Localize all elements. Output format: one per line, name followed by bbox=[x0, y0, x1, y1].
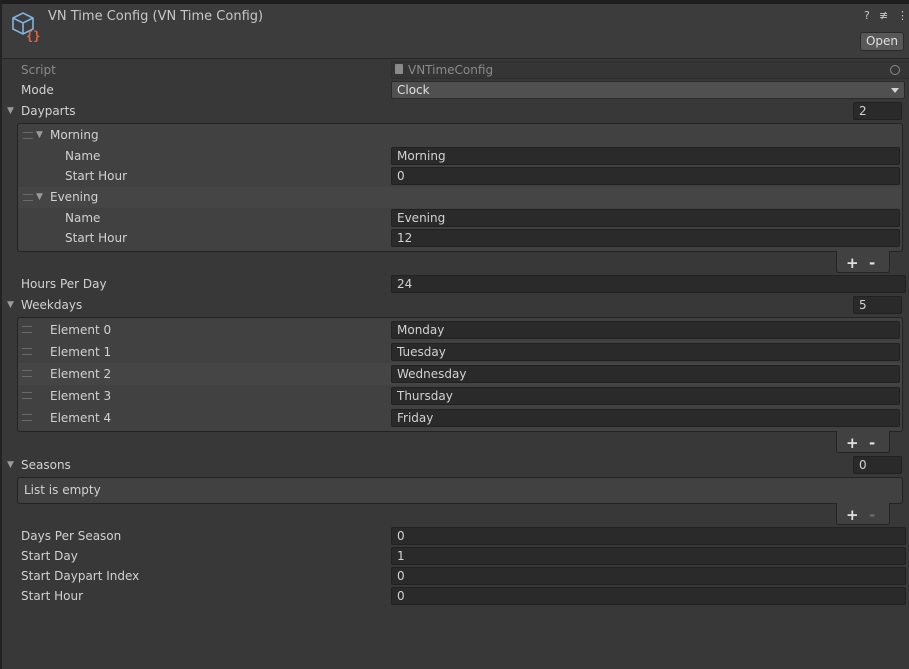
weekday-element-label: Element 4 bbox=[50, 411, 112, 425]
daypart-header[interactable]: Morning bbox=[50, 128, 99, 142]
seasons-remove-button: - bbox=[869, 506, 876, 524]
inspector-title: VN Time Config (VN Time Config) bbox=[48, 9, 264, 24]
weekday-element-label: Element 3 bbox=[50, 389, 112, 403]
daypart-start-hour-field[interactable]: 12 bbox=[391, 229, 900, 247]
daypart-row-highlight bbox=[18, 187, 902, 208]
daypart-foldout-icon[interactable]: ▼ bbox=[36, 192, 43, 202]
drag-handle-icon[interactable] bbox=[23, 194, 33, 201]
start-daypart-index-label: Start Daypart Index bbox=[21, 569, 140, 583]
weekday-element-field[interactable]: Tuesday bbox=[391, 343, 900, 361]
script-field: VNTimeConfig bbox=[391, 61, 909, 79]
weekdays-foldout-icon[interactable]: ▼ bbox=[7, 300, 14, 310]
script-label: Script bbox=[21, 63, 56, 77]
daypart-start-hour-label: Start Hour bbox=[65, 169, 128, 183]
seasons-foldout-icon[interactable]: ▼ bbox=[7, 460, 14, 470]
weekdays-add-remove bbox=[836, 431, 890, 453]
dayparts-label[interactable]: Dayparts bbox=[21, 104, 76, 118]
daypart-start-hour-label: Start Hour bbox=[65, 231, 128, 245]
weekdays-add-button[interactable]: + bbox=[846, 436, 859, 451]
daypart-start-hour-field[interactable]: 0 bbox=[391, 167, 900, 185]
empty-list-text: List is empty bbox=[24, 483, 101, 497]
weekdays-remove-button[interactable]: - bbox=[869, 436, 875, 451]
seasons-add-remove bbox=[836, 503, 890, 525]
drag-handle-icon[interactable] bbox=[22, 392, 32, 399]
hours-per-day-label: Hours Per Day bbox=[21, 277, 107, 291]
drag-handle-icon[interactable] bbox=[23, 132, 33, 139]
days-per-season-field[interactable]: 0 bbox=[391, 527, 906, 545]
daypart-name-label: Name bbox=[65, 149, 101, 163]
start-hour-field[interactable]: 0 bbox=[391, 587, 906, 605]
daypart-name-field[interactable]: Morning bbox=[391, 147, 900, 165]
open-button[interactable]: Open bbox=[860, 32, 904, 51]
weekday-element-label: Element 1 bbox=[50, 345, 112, 359]
start-hour-label: Start Hour bbox=[21, 589, 84, 603]
script-asset-icon: {} bbox=[12, 12, 40, 43]
dayparts-remove-button[interactable]: - bbox=[869, 256, 875, 271]
drag-handle-icon[interactable] bbox=[22, 348, 32, 355]
mode-value: Clock bbox=[397, 83, 430, 97]
days-per-season-label: Days Per Season bbox=[21, 529, 122, 543]
dropdown-arrow-icon bbox=[891, 88, 899, 93]
weekday-element-field[interactable]: Thursday bbox=[391, 387, 900, 405]
object-picker-icon[interactable] bbox=[890, 65, 900, 75]
seasons-label[interactable]: Seasons bbox=[21, 458, 71, 472]
seasons-size-field[interactable]: 0 bbox=[853, 456, 902, 474]
context-menu-icon[interactable]: ⋮ bbox=[897, 9, 908, 22]
window-left-edge bbox=[0, 0, 2, 669]
help-icon[interactable]: ? bbox=[864, 9, 870, 22]
dayparts-add-button[interactable]: + bbox=[846, 256, 859, 271]
preset-settings-icon[interactable]: ≢ bbox=[879, 9, 888, 22]
mode-label: Mode bbox=[21, 83, 54, 97]
weekdays-label[interactable]: Weekdays bbox=[21, 298, 82, 312]
weekday-element-field[interactable]: Monday bbox=[391, 321, 900, 339]
daypart-name-field[interactable]: Evening bbox=[391, 209, 900, 227]
dayparts-size-field[interactable]: 2 bbox=[853, 102, 902, 120]
seasons-add-button[interactable]: + bbox=[846, 508, 859, 523]
weekdays-size-field[interactable]: 5 bbox=[853, 296, 902, 314]
drag-handle-icon[interactable] bbox=[22, 370, 32, 377]
weekday-element-field[interactable]: Wednesday bbox=[391, 365, 900, 383]
weekday-element-label: Element 0 bbox=[50, 323, 112, 337]
start-day-field[interactable]: 1 bbox=[391, 547, 906, 565]
daypart-name-label: Name bbox=[65, 211, 101, 225]
weekday-element-label: Element 2 bbox=[50, 367, 112, 381]
weekday-element-field[interactable]: Friday bbox=[391, 409, 900, 427]
start-day-label: Start Day bbox=[21, 549, 78, 563]
dayparts-foldout-icon[interactable]: ▼ bbox=[7, 106, 14, 116]
svg-text:{}: {} bbox=[26, 29, 40, 43]
drag-handle-icon[interactable] bbox=[22, 326, 32, 333]
dayparts-add-remove bbox=[836, 251, 890, 273]
daypart-header[interactable]: Evening bbox=[50, 190, 98, 204]
seasons-list bbox=[17, 477, 903, 504]
drag-handle-icon[interactable] bbox=[22, 414, 32, 421]
mode-dropdown[interactable]: Clock bbox=[391, 81, 905, 99]
start-daypart-index-field[interactable]: 0 bbox=[391, 567, 906, 585]
daypart-foldout-icon[interactable]: ▼ bbox=[36, 130, 43, 140]
script-value: VNTimeConfig bbox=[408, 63, 494, 77]
script-file-icon bbox=[395, 64, 403, 74]
hours-per-day-field[interactable]: 24 bbox=[391, 275, 906, 293]
